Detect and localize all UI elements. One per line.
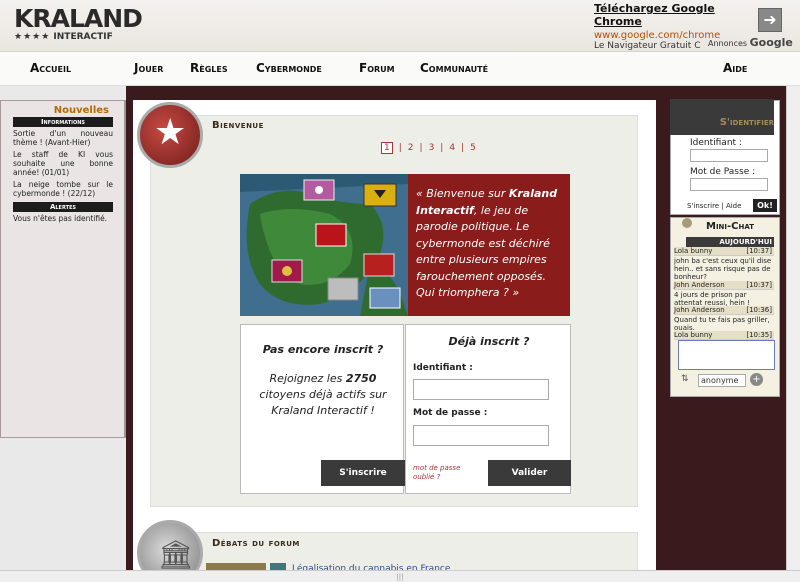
welcome-title: Bienvenue	[212, 120, 264, 131]
password-label: Mot de passe :	[413, 408, 488, 418]
right-help-link[interactable]: Aide	[726, 202, 741, 210]
chat-message: 4 jours de prison par attentat reussi, h…	[674, 291, 750, 307]
logo-bottom-text: INTERACTIF	[53, 32, 113, 42]
header: KRALAND ★★★★ INTERACTIF Téléchargez Goog…	[0, 0, 800, 52]
right-id-label: Identifiant :	[690, 138, 742, 148]
welcome-text: « Bienvenue sur Kraland Interactif, le j…	[408, 174, 570, 316]
id-input[interactable]	[413, 379, 549, 400]
page-link-5[interactable]: 5	[470, 143, 476, 153]
chat-author: John Anderson [10:37]	[674, 281, 774, 290]
main-nav: Accueil Jouer Règles Cybermonde Forum Co…	[0, 52, 800, 86]
right-signup-link[interactable]: S'inscrire	[687, 202, 719, 210]
login-title: S'identifier	[719, 117, 774, 128]
page-link-4[interactable]: 4	[449, 143, 455, 153]
ad-google-label[interactable]: Annonces Google	[708, 36, 793, 49]
ok-button[interactable]: Ok!	[753, 199, 777, 212]
alerts-bar: Alertes	[13, 202, 113, 212]
info-bar: Informations	[13, 117, 113, 127]
kraland-logo[interactable]: KRALAND ★★★★ INTERACTIF	[14, 4, 143, 46]
news-title: Nouvelles	[53, 105, 109, 116]
right-password-label: Mot de Passe :	[690, 167, 756, 177]
page-link-2[interactable]: 2	[408, 143, 414, 153]
pager: 1 | 2 | 3 | 4 | 5	[378, 142, 479, 154]
world-map-image[interactable]	[240, 174, 408, 316]
citizen-count: 2750	[345, 372, 377, 385]
map-illustration	[240, 174, 408, 316]
chat-message: Quand tu te fais pas griller, ouais.	[674, 316, 770, 332]
chat-bubble-icon	[682, 218, 692, 228]
chat-message-input[interactable]	[678, 340, 775, 370]
nickname-input[interactable]: anonyme	[698, 374, 746, 387]
not-registered-heading: Pas encore inscrit ?	[262, 343, 384, 356]
page-link-1[interactable]: 1	[381, 142, 393, 154]
alert-text: Vous n'êtes pas identifié.	[13, 214, 108, 223]
right-id-input[interactable]	[690, 149, 768, 162]
nav-forum[interactable]: Forum	[359, 61, 395, 75]
scroll-grip-icon[interactable]: |||	[388, 574, 412, 581]
chat-title: Mini-Chat	[706, 221, 755, 232]
logo-top-text: KRALAND	[14, 4, 143, 33]
chat-message: john ba c'est ceux qu'il dise hein.. et …	[674, 257, 772, 281]
ad-arrow-icon[interactable]: ➜	[758, 8, 782, 32]
swap-icon[interactable]: ⇅	[681, 374, 689, 384]
forgot-password-link[interactable]: mot de passe oublié ?	[413, 464, 483, 482]
horizontal-scrollbar[interactable]: |||	[0, 570, 800, 582]
nav-aide[interactable]: Aide	[723, 61, 747, 75]
nav-jouer[interactable]: Jouer	[134, 61, 163, 75]
chat-day-label: AUJOURD'HUI	[686, 237, 774, 247]
send-plus-icon[interactable]: +	[750, 373, 763, 386]
forum-title: Débats du forum	[212, 538, 300, 549]
nav-regles[interactable]: Règles	[190, 61, 228, 75]
join-text: Rejoignez les 2750 citoyens déjà actifs …	[259, 372, 387, 417]
ad-title[interactable]: Téléchargez Google Chrome	[594, 2, 744, 28]
already-registered-heading: Déjà inscrit ?	[448, 335, 530, 348]
ad-description: Le Navigateur Gratuit C	[594, 41, 701, 51]
left-sidebar: Nouvelles Informations Sortie d'un nouve…	[0, 86, 126, 582]
nav-accueil[interactable]: Accueil	[30, 61, 71, 75]
news-list: Sortie d'un nouveau thème ! (Avant-Hier)…	[13, 129, 113, 198]
chat-author: Lola bunny [10:37]	[674, 247, 774, 256]
validate-button[interactable]: Valider	[488, 460, 571, 486]
vertical-scrollbar[interactable]	[786, 86, 800, 570]
login-header: S'identifier	[670, 99, 774, 135]
news-item[interactable]: Sortie d'un nouveau thème ! (Avant-Hier)	[13, 129, 113, 147]
signup-button[interactable]: S'inscrire	[321, 460, 405, 486]
chat-author: John Anderson [10:36]	[674, 306, 774, 315]
id-label: Identifiant :	[413, 363, 473, 373]
chat-author: Lola bunny [10:35]	[674, 331, 774, 340]
news-item[interactable]: La neige tombe sur le cybermonde ! (22/1…	[13, 180, 113, 198]
red-star-icon: ★	[137, 102, 203, 168]
nav-communaute[interactable]: Communauté	[420, 61, 488, 75]
news-box: Nouvelles Informations Sortie d'un nouve…	[0, 100, 126, 438]
logo-stars: ★★★★	[14, 32, 51, 42]
password-input[interactable]	[413, 425, 549, 446]
news-item[interactable]: Le staff de KI vous souhaite une bonne a…	[13, 150, 113, 177]
nav-cybermonde[interactable]: Cybermonde	[256, 61, 322, 75]
right-password-input[interactable]	[690, 178, 768, 191]
page-link-3[interactable]: 3	[429, 143, 435, 153]
